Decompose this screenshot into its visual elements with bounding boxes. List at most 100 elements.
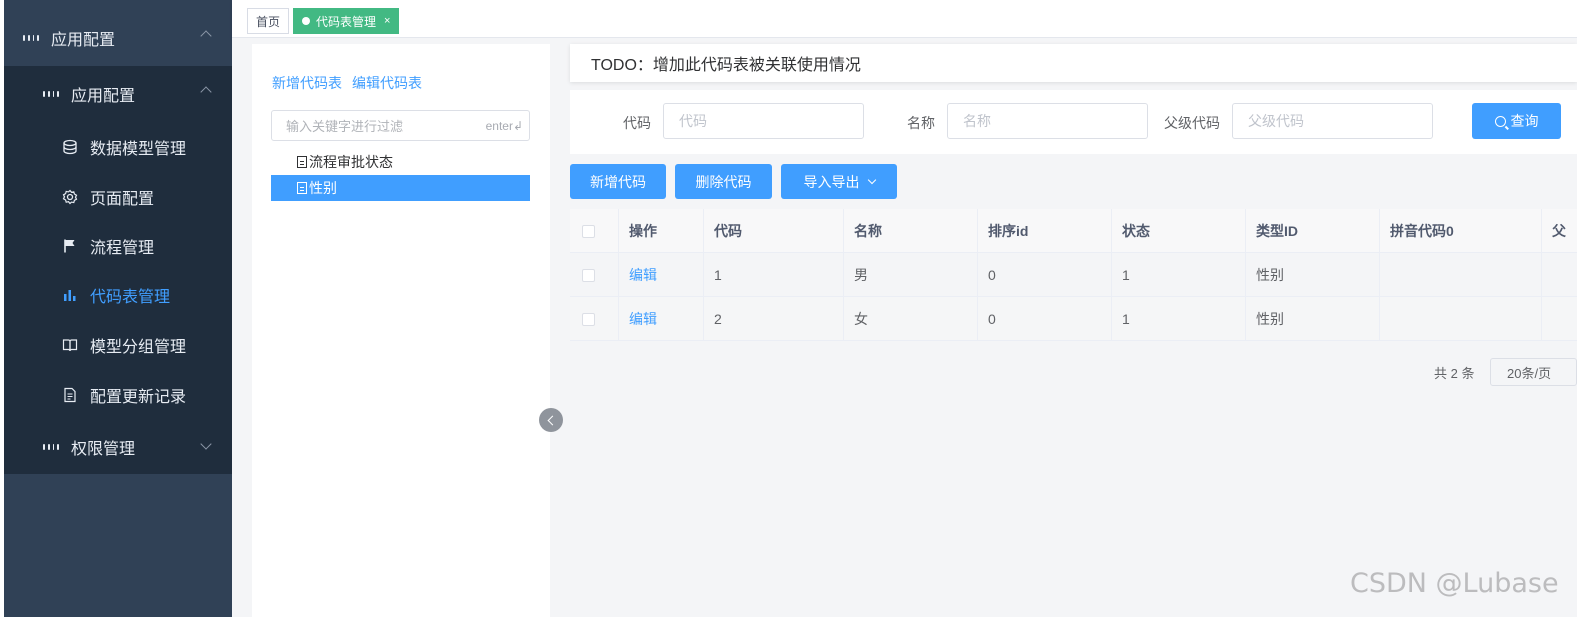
grid-icon xyxy=(23,30,39,46)
query-button[interactable]: 查询 xyxy=(1472,103,1561,139)
parent-code-input[interactable]: 父级代码 xyxy=(1232,103,1433,139)
code-label: 代码 xyxy=(623,115,651,131)
column-header: 排序id xyxy=(978,209,1112,253)
sidebar-group-label: 应用配置 xyxy=(51,32,116,49)
table-cell: 0 xyxy=(978,253,1112,297)
name-input[interactable]: 名称 xyxy=(947,103,1148,139)
table-cell: 1 xyxy=(1112,297,1246,341)
chevron-down-icon xyxy=(200,438,212,450)
sidebar-item-page-config[interactable]: 页面配置 xyxy=(4,172,232,222)
table-cell: 性别 xyxy=(1246,297,1380,341)
flag-icon xyxy=(62,238,78,254)
sidebar-item-label: 模型分组管理 xyxy=(90,339,187,356)
tag-label: 首页 xyxy=(256,14,281,29)
tree-filter-input[interactable]: 输入关键字进行过滤 enter↲ xyxy=(271,110,530,141)
todo-banner: TODO：增加此代码表被关联使用情况 xyxy=(570,44,1577,82)
watermark: CSDN @Lubase xyxy=(1350,568,1559,599)
row-checkbox[interactable] xyxy=(582,268,595,282)
row-select-cell xyxy=(570,253,619,297)
edit-link[interactable]: 编辑 xyxy=(629,265,657,285)
page-size-label: 20条/页 xyxy=(1507,365,1552,381)
edit-code-table-link[interactable]: 编辑代码表 xyxy=(352,73,422,93)
sidebar-item-label: 流程管理 xyxy=(90,240,155,257)
sidebar-item-data-model[interactable]: 数据模型管理 xyxy=(4,122,232,172)
grid-icon xyxy=(43,86,59,102)
tree-node-selected[interactable]: 性别 xyxy=(271,175,530,201)
sidebar-subgroup-app-config[interactable]: 应用配置 xyxy=(4,66,232,122)
sidebar-item-config-log[interactable]: 配置更新记录 xyxy=(4,370,232,420)
add-code-table-link[interactable]: 新增代码表 xyxy=(272,73,342,93)
table-header: 操作 代码 名称 排序id 状态 类型ID 拼音代码0 父 xyxy=(570,209,1577,253)
bar-chart-icon xyxy=(62,287,78,303)
document-icon xyxy=(62,387,78,403)
select-all-checkbox[interactable] xyxy=(582,224,595,238)
column-header: 操作 xyxy=(619,209,704,253)
tree-node-label: 流程审批状态 xyxy=(309,154,393,170)
sidebar-item-label: 配置更新记录 xyxy=(90,389,187,406)
tree-node-label: 性别 xyxy=(309,180,337,196)
sidebar-group-app-config[interactable]: 应用配置 xyxy=(4,10,232,66)
column-header: 拼音代码0 xyxy=(1380,209,1542,253)
edit-link[interactable]: 编辑 xyxy=(629,309,657,329)
table-cell: 0 xyxy=(978,297,1112,341)
table-row: 编辑 2 女 0 1 性别 xyxy=(570,297,1577,341)
parent-code-placeholder: 父级代码 xyxy=(1248,113,1304,129)
active-dot-icon xyxy=(302,17,310,25)
column-header: 类型ID xyxy=(1246,209,1380,253)
sidebar-group-permission[interactable]: 权限管理 xyxy=(4,420,232,474)
collapse-panel-button[interactable] xyxy=(539,408,563,432)
import-export-dropdown[interactable]: 导入导出 xyxy=(781,164,897,199)
sidebar-group-label: 权限管理 xyxy=(71,441,136,458)
close-icon[interactable]: × xyxy=(384,15,390,27)
tree-node[interactable]: 流程审批状态 xyxy=(271,149,530,175)
search-form: 代码 代码 名称 名称 父级代码 父级代码 查询 xyxy=(570,90,1577,154)
action-cell: 编辑 xyxy=(619,297,704,341)
code-input[interactable]: 代码 xyxy=(663,103,864,139)
table-cell: 2 xyxy=(704,297,844,341)
column-header: 名称 xyxy=(844,209,978,253)
code-placeholder: 代码 xyxy=(679,113,707,129)
column-header: 状态 xyxy=(1112,209,1246,253)
name-placeholder: 名称 xyxy=(963,113,991,129)
tag-code-table[interactable]: 代码表管理 × xyxy=(293,8,400,34)
chevron-up-icon xyxy=(200,86,212,98)
column-header: 代码 xyxy=(704,209,844,253)
name-label: 名称 xyxy=(907,115,935,131)
add-code-button[interactable]: 新增代码 xyxy=(570,164,666,199)
sidebar-item-code-table[interactable]: 代码表管理 xyxy=(4,270,232,320)
parent-code-label: 父级代码 xyxy=(1164,115,1220,131)
pagination-total: 共 2 条 xyxy=(1434,366,1475,381)
row-select-cell xyxy=(570,297,619,341)
search-icon xyxy=(1494,115,1506,127)
database-icon xyxy=(62,139,78,155)
book-icon xyxy=(62,337,78,353)
sidebar-subgroup-label: 应用配置 xyxy=(71,88,136,105)
sidebar-item-process[interactable]: 流程管理 xyxy=(4,222,232,270)
header-select-cell xyxy=(570,209,619,253)
chevron-left-icon xyxy=(547,415,558,425)
table-cell xyxy=(1542,253,1577,297)
sidebar-item-label: 页面配置 xyxy=(90,191,155,208)
gear-icon xyxy=(62,189,78,205)
grid-icon xyxy=(43,439,59,455)
row-checkbox[interactable] xyxy=(582,312,595,326)
table-cell: 1 xyxy=(1112,253,1246,297)
chevron-down-icon xyxy=(867,175,876,184)
page-size-select[interactable]: 20条/页 xyxy=(1490,358,1577,386)
tag-home[interactable]: 首页 xyxy=(247,8,290,34)
table-cell xyxy=(1380,253,1542,297)
query-label: 查询 xyxy=(1510,113,1539,129)
table-cell xyxy=(1542,297,1577,341)
document-icon xyxy=(297,156,307,168)
import-export-label: 导入导出 xyxy=(803,173,860,190)
table-cell: 女 xyxy=(844,297,978,341)
table-cell xyxy=(1380,297,1542,341)
tree-actions: 新增代码表 编辑代码表 xyxy=(272,73,422,93)
delete-code-button[interactable]: 删除代码 xyxy=(675,164,772,199)
table-cell: 男 xyxy=(844,253,978,297)
table-cell: 性别 xyxy=(1246,253,1380,297)
table-cell: 1 xyxy=(704,253,844,297)
sidebar-item-model-group[interactable]: 模型分组管理 xyxy=(4,320,232,370)
sidebar-item-label: 数据模型管理 xyxy=(90,141,187,158)
sidebar-item-label: 代码表管理 xyxy=(90,289,171,306)
